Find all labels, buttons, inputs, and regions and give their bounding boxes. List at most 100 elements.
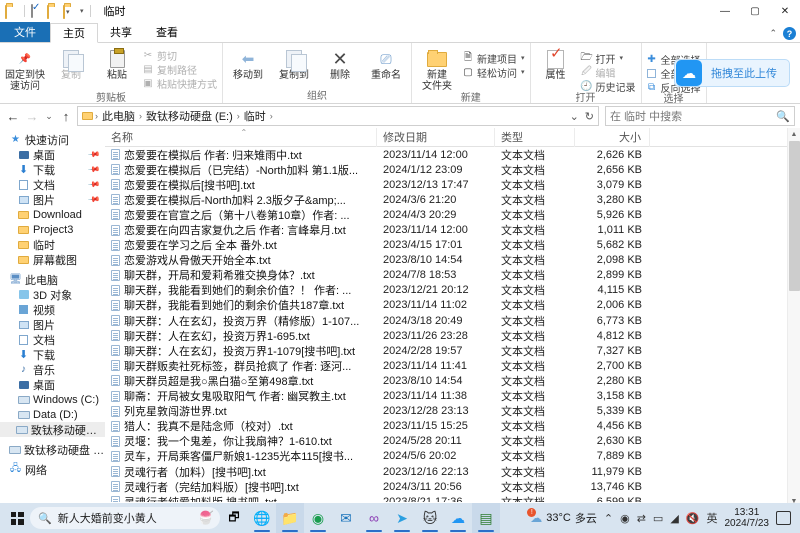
tab-home[interactable]: 主页 — [50, 23, 98, 43]
sidebar-item-15[interactable]: ♪ 音乐 — [0, 362, 105, 377]
table-row[interactable]: 恋爱要在模拟后 作者: 归来雉雨中.txt 2023/11/14 12:00 文本文… — [105, 147, 800, 162]
onedrive-icon[interactable]: ◉ — [620, 512, 630, 525]
notification-icon[interactable] — [776, 511, 791, 525]
cat-app-icon[interactable]: 🐱 — [416, 503, 444, 533]
sidebar-item-10[interactable]: 3D 对象 — [0, 287, 105, 302]
back-button[interactable]: ← — [5, 109, 21, 124]
scrollbar-thumb[interactable] — [789, 141, 800, 291]
table-row[interactable]: 灵堰：我一个鬼差，你让我扇神？1-610.txt 2024/5/28 20:11 文… — [105, 434, 800, 449]
help-icon[interactable]: ? — [783, 27, 796, 40]
breadcrumb-item-0[interactable]: 此电脑 — [100, 108, 137, 124]
file-list[interactable]: 恋爱要在模拟后 作者: 归来雉雨中.txt 2023/11/14 12:00 文本文… — [105, 147, 800, 502]
chevron-down-icon[interactable]: ▾ — [521, 68, 525, 76]
folder-icon[interactable] — [5, 4, 18, 19]
network-icon[interactable]: ◢ — [670, 512, 678, 525]
sidebar-item-6[interactable]: Project3 — [0, 222, 105, 237]
history-button[interactable]: 🕘 历史记录 — [579, 79, 639, 94]
pin-icon[interactable]: 📌 — [87, 163, 100, 176]
sidebar-item-21[interactable]: 🖧 网络 — [0, 462, 105, 477]
table-row[interactable]: 聊天群：人在玄幻，投资万界1-1079[搜书吧].txt 2024/2/28 19… — [105, 343, 800, 358]
sidebar-item-2[interactable]: ⬇ 下载 📌 — [0, 162, 105, 177]
breadcrumb-item-2[interactable]: 临时 — [242, 108, 268, 124]
column-header-size[interactable]: 大小 — [575, 128, 650, 147]
file-explorer-icon[interactable]: 📁 — [276, 503, 304, 533]
column-header-date[interactable]: 修改日期 — [377, 128, 495, 147]
copy-button[interactable]: 复制 — [48, 47, 94, 82]
table-row[interactable]: 灵魂行者（完结加料版）[搜书吧].txt 2024/3/11 20:56 文本文档 1… — [105, 479, 800, 494]
maximize-button[interactable]: ▢ — [740, 0, 770, 22]
chevron-down-icon[interactable]: ▾ — [620, 54, 624, 62]
taskbar-search-box[interactable]: 🔍 新人大婚前变小黄人 🍧 — [30, 507, 220, 529]
pin-icon[interactable]: 📌 — [87, 178, 100, 191]
tab-file[interactable]: 文件 — [0, 22, 50, 42]
table-row[interactable]: 恋爱游戏从骨傲天开始全本.txt 2023/8/10 14:54 文本文档 2,098… — [105, 253, 800, 268]
table-row[interactable]: 聊斋：开局被女鬼吸取阳气 作者: 幽冥教主.txt 2023/11/14 11:3… — [105, 389, 800, 404]
table-row[interactable]: 恋爱要在官宣之后（第十八卷第10章）作者: ... 2024/4/3 20:29 文… — [105, 207, 800, 222]
vertical-scrollbar[interactable]: ▲ ▼ — [787, 128, 800, 508]
forward-button[interactable]: → — [24, 109, 40, 124]
chrome-icon[interactable]: ◉ — [304, 503, 332, 533]
sidebar-item-17[interactable]: Windows (C:) — [0, 392, 105, 407]
sidebar-item-4[interactable]: 图片 📌 — [0, 192, 105, 207]
paste-button[interactable]: 粘贴 — [94, 47, 140, 82]
table-row[interactable]: 恋爱要在模拟后-North加料 2.3版夕子&amp;... 2024/3/6 2… — [105, 192, 800, 207]
sidebar-item-8[interactable]: 屏幕截图 — [0, 252, 105, 267]
table-row[interactable]: 聊天群员超是我○黑白猫○至第498章.txt 2023/8/10 14:54 文本文… — [105, 373, 800, 388]
telegram-icon[interactable]: ➤ — [388, 503, 416, 533]
minimize-button[interactable]: — — [710, 0, 740, 22]
sidebar-item-20[interactable]: 致钛移动硬盘 (E:) — [0, 442, 105, 457]
sidebar-item-18[interactable]: Data (D:) — [0, 407, 105, 422]
up-button[interactable]: ↑ — [58, 109, 74, 124]
new-item-button[interactable]: 🗎 新建项目 ▾ — [460, 51, 528, 66]
weather-widget[interactable]: ☁! 33°C 多云 — [527, 508, 597, 526]
visual-studio-icon[interactable]: ∞ — [360, 503, 388, 533]
start-button[interactable] — [4, 511, 30, 525]
mail-icon[interactable]: ✉ — [332, 503, 360, 533]
sidebar-item-16[interactable]: 桌面 — [0, 377, 105, 392]
search-icon[interactable]: 🔍 — [776, 110, 790, 123]
move-to-button[interactable]: ⬅ 移动到 — [225, 47, 271, 82]
show-hidden-icons-button[interactable]: ⌃ — [604, 512, 613, 525]
sidebar-item-5[interactable]: Download — [0, 207, 105, 222]
table-row[interactable]: 聊天群，我能看到她们的剩余价值共187章.txt 2023/11/14 11:02… — [105, 298, 800, 313]
copy-path-button[interactable]: ▤ 复制路径 — [140, 62, 220, 77]
table-row[interactable]: 猎人：我真不是陆念师（校对）.txt 2023/11/15 15:25 文本文档 4,… — [105, 419, 800, 434]
settings-icon[interactable]: ⇄ — [637, 512, 646, 525]
clock[interactable]: 13:31 2024/7/23 — [725, 507, 770, 529]
pin-icon[interactable]: 📌 — [87, 148, 100, 161]
customize-icon[interactable]: ▾ — [63, 4, 76, 19]
chevron-down-icon[interactable]: ▾ — [80, 7, 84, 15]
volume-muted-icon[interactable]: 🔇 — [686, 512, 700, 525]
table-row[interactable]: 列克星敦闯游世界.txt 2023/12/28 23:13 文本文档 5,339 KB — [105, 404, 800, 419]
search-input[interactable]: 在 临时 中搜索 🔍 — [605, 106, 795, 126]
column-header-type[interactable]: 类型 — [495, 128, 575, 147]
table-row[interactable]: 灵车，开局乘客僵尸新娘1-1235光本115[搜书... 2024/5/6 20:… — [105, 449, 800, 464]
recent-locations-button[interactable]: ⌄ — [43, 111, 55, 122]
chevron-down-icon[interactable]: ▾ — [521, 54, 525, 62]
column-header-name[interactable]: 名称 ⌃ — [105, 128, 377, 147]
sidebar-item-19[interactable]: 致钛移动硬盘 (E:) — [0, 422, 105, 437]
table-row[interactable]: 聊天群，开局和爱莉希雅交换身体？.txt 2024/7/8 18:53 文本文档 2,… — [105, 268, 800, 283]
ime-indicator[interactable]: 英 — [707, 510, 718, 526]
scroll-up-button[interactable]: ▲ — [788, 128, 800, 141]
table-row[interactable]: 恋爱要在学习之后 全本 番外.txt 2023/4/15 17:01 文本文档 5,6… — [105, 238, 800, 253]
chevron-down-icon[interactable]: ⌄ — [570, 110, 579, 123]
tab-view[interactable]: 查看 — [144, 22, 190, 42]
rename-button[interactable]: ⎚ 重命名 — [363, 47, 409, 82]
breadcrumb-item-1[interactable]: 致钛移动硬盘 (E:) — [144, 108, 235, 124]
properties-button[interactable]: 属性 — [533, 47, 579, 82]
table-row[interactable]: 灵魂行者纯爱加料版 搜书吧 .txt 2023/8/21 17:36 文本文档 6,5… — [105, 494, 800, 502]
baidu-netdisk-icon[interactable]: ☁ — [444, 503, 472, 533]
paste-shortcut-button[interactable]: ▣ 粘贴快捷方式 — [140, 76, 220, 91]
task-view-button[interactable]: 🗗 — [220, 503, 248, 533]
pin-to-quick-access-button[interactable]: 📌 固定到快 速访问 — [2, 47, 48, 93]
refresh-icon[interactable]: ↻ — [585, 110, 594, 123]
table-row[interactable]: 聊天群，我能看到她们的剩余价值？！ 作者: ... 2023/12/21 20:1… — [105, 283, 800, 298]
table-row[interactable]: 聊天群贩卖社死标签，群员抢疯了 作者: 逐河... 2023/11/14 11:4… — [105, 358, 800, 373]
copy-to-button[interactable]: 复制到 — [271, 47, 317, 82]
table-row[interactable]: 恋爱要在向四吉家复仇之后 作者: 言峰皋月.txt 2023/11/14 12:0… — [105, 222, 800, 237]
pin-icon[interactable]: 📌 — [87, 193, 100, 206]
drag-to-upload-button[interactable]: ☁ 拖拽至此上传 — [674, 59, 790, 87]
breadcrumb[interactable]: › 此电脑 › 致钛移动硬盘 (E:) › 临时 › ⌄ ↻ — [77, 106, 599, 126]
new-folder-icon[interactable] — [47, 4, 60, 19]
